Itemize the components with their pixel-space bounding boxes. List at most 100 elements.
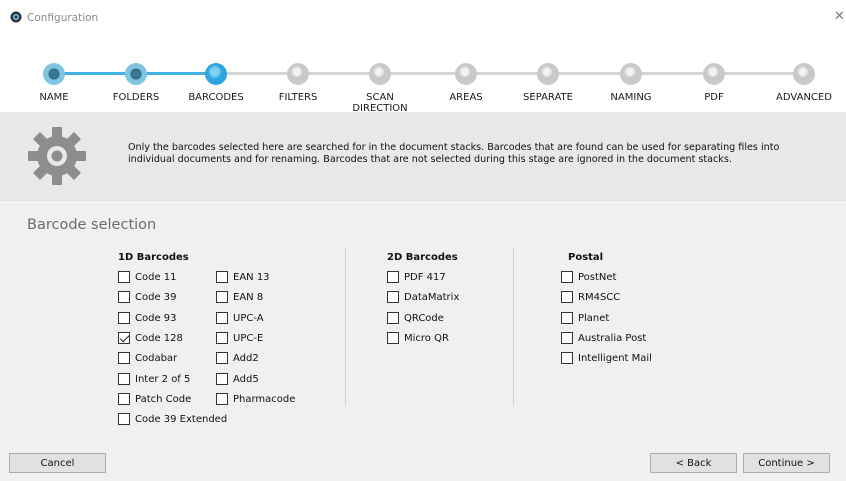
group-title-1d: 1D Barcodes [118,252,189,263]
checkbox[interactable] [216,373,228,385]
barcode-checkbox[interactable]: Code 11 [118,270,177,284]
barcode-checkbox[interactable]: UPC-E [216,331,263,345]
step-dot[interactable] [43,63,65,85]
checkbox[interactable] [216,393,228,405]
title-bar: Configuration ✕ [0,0,846,27]
step-label[interactable]: FILTERS [258,92,338,103]
barcode-checkbox[interactable]: Pharmacode [216,392,295,406]
barcode-checkbox[interactable]: Micro QR [387,331,449,345]
step-label[interactable]: NAMING [591,92,671,103]
barcode-checkbox[interactable]: UPC-A [216,311,264,325]
checkbox[interactable] [387,312,399,324]
step-label[interactable]: SEPARATE [508,92,588,103]
step-dot[interactable] [287,63,309,85]
continue-button[interactable]: Continue > [743,453,830,473]
wizard-steps: NAME FOLDERS BARCODES FILTERS SCAN DIRECTION… [0,27,846,114]
checkbox[interactable] [216,312,228,324]
barcode-checkbox[interactable]: Add2 [216,351,259,365]
checkbox-label: Code 128 [135,332,183,344]
close-icon[interactable]: ✕ [834,10,845,24]
barcode-checkbox[interactable]: Intelligent Mail [561,351,652,365]
step-label[interactable]: ADVANCED [764,92,844,103]
checkbox[interactable] [118,413,130,425]
step-dot[interactable] [793,63,815,85]
step-dot[interactable] [537,63,559,85]
step-dot[interactable] [455,63,477,85]
group-title-postal: Postal [568,252,604,263]
window-title: Configuration [27,12,99,24]
barcode-checkbox[interactable]: Patch Code [118,392,191,406]
info-description: Only the barcodes selected here are sear… [128,142,780,165]
checkbox[interactable] [118,373,130,385]
step-label[interactable]: AREAS [426,92,506,103]
cancel-button[interactable]: Cancel [9,453,106,473]
checkbox-label: Planet [578,312,610,324]
checkbox-label: Code 93 [135,312,177,324]
barcode-checkbox[interactable]: Australia Post [561,331,646,345]
divider [345,247,346,405]
step-dot[interactable] [205,63,227,85]
checkbox-label: Code 39 Extended [135,413,228,425]
back-button[interactable]: < Back [650,453,737,473]
barcode-checkbox[interactable]: PostNet [561,270,616,284]
checkbox[interactable] [118,291,130,303]
barcode-checkbox[interactable]: RM4SCC [561,290,620,304]
checkbox[interactable] [118,393,130,405]
checkbox[interactable] [387,332,399,344]
barcode-checkbox[interactable]: Planet [561,311,609,325]
checkbox[interactable] [561,271,573,283]
checkbox[interactable] [118,352,130,364]
checkbox-label: Add2 [233,352,259,364]
barcode-checkbox[interactable]: Inter 2 of 5 [118,372,190,386]
checkbox-label: Australia Post [578,332,647,344]
barcode-checkbox[interactable]: Code 39 [118,290,177,304]
step-dot[interactable] [125,63,147,85]
checkbox[interactable] [216,271,228,283]
checkbox[interactable] [387,271,399,283]
barcode-checkbox[interactable]: PDF 417 [387,270,446,284]
progress-track [390,72,456,75]
barcode-checkbox[interactable]: Code 39 Extended [118,412,227,426]
divider [513,247,514,405]
barcode-checkbox[interactable]: EAN 8 [216,290,263,304]
section-title: Barcode selection [27,217,157,233]
step-dot[interactable] [620,63,642,85]
step-dot[interactable] [369,63,391,85]
checkbox[interactable] [118,332,130,344]
checkbox-label: Intelligent Mail [578,352,652,364]
checkbox[interactable] [216,332,228,344]
step-label[interactable]: PDF [674,92,754,103]
checkbox-label: UPC-A [233,312,264,324]
barcode-checkbox[interactable]: Code 128 [118,331,183,345]
checkbox-label: UPC-E [233,332,264,344]
barcode-checkbox[interactable]: DataMatrix [387,290,459,304]
checkbox-label: EAN 13 [233,271,270,283]
checkbox[interactable] [118,271,130,283]
checkbox-label: EAN 8 [233,291,264,303]
barcode-checkbox[interactable]: Code 93 [118,311,177,325]
checkbox[interactable] [387,291,399,303]
step-label[interactable]: FOLDERS [96,92,176,103]
group-title-2d: 2D Barcodes [387,252,458,263]
progress-track [724,72,794,75]
barcode-checkbox[interactable]: Codabar [118,351,177,365]
checkbox[interactable] [216,352,228,364]
step-dot[interactable] [703,63,725,85]
checkbox[interactable] [561,312,573,324]
step-label[interactable]: SCAN DIRECTION [340,92,420,114]
checkbox-label: PDF 417 [404,271,446,283]
checkbox-label: Codabar [135,352,178,364]
step-label[interactable]: NAME [14,92,94,103]
checkbox[interactable] [561,352,573,364]
barcode-checkbox[interactable]: EAN 13 [216,270,270,284]
checkbox-label: RM4SCC [578,291,621,303]
checkbox[interactable] [216,291,228,303]
barcode-checkbox[interactable]: QRCode [387,311,444,325]
step-label[interactable]: BARCODES [176,92,256,103]
checkbox[interactable] [118,312,130,324]
checkbox[interactable] [561,332,573,344]
checkbox[interactable] [561,291,573,303]
checkbox-label: Patch Code [135,393,192,405]
checkbox-label: DataMatrix [404,291,460,303]
barcode-checkbox[interactable]: Add5 [216,372,259,386]
